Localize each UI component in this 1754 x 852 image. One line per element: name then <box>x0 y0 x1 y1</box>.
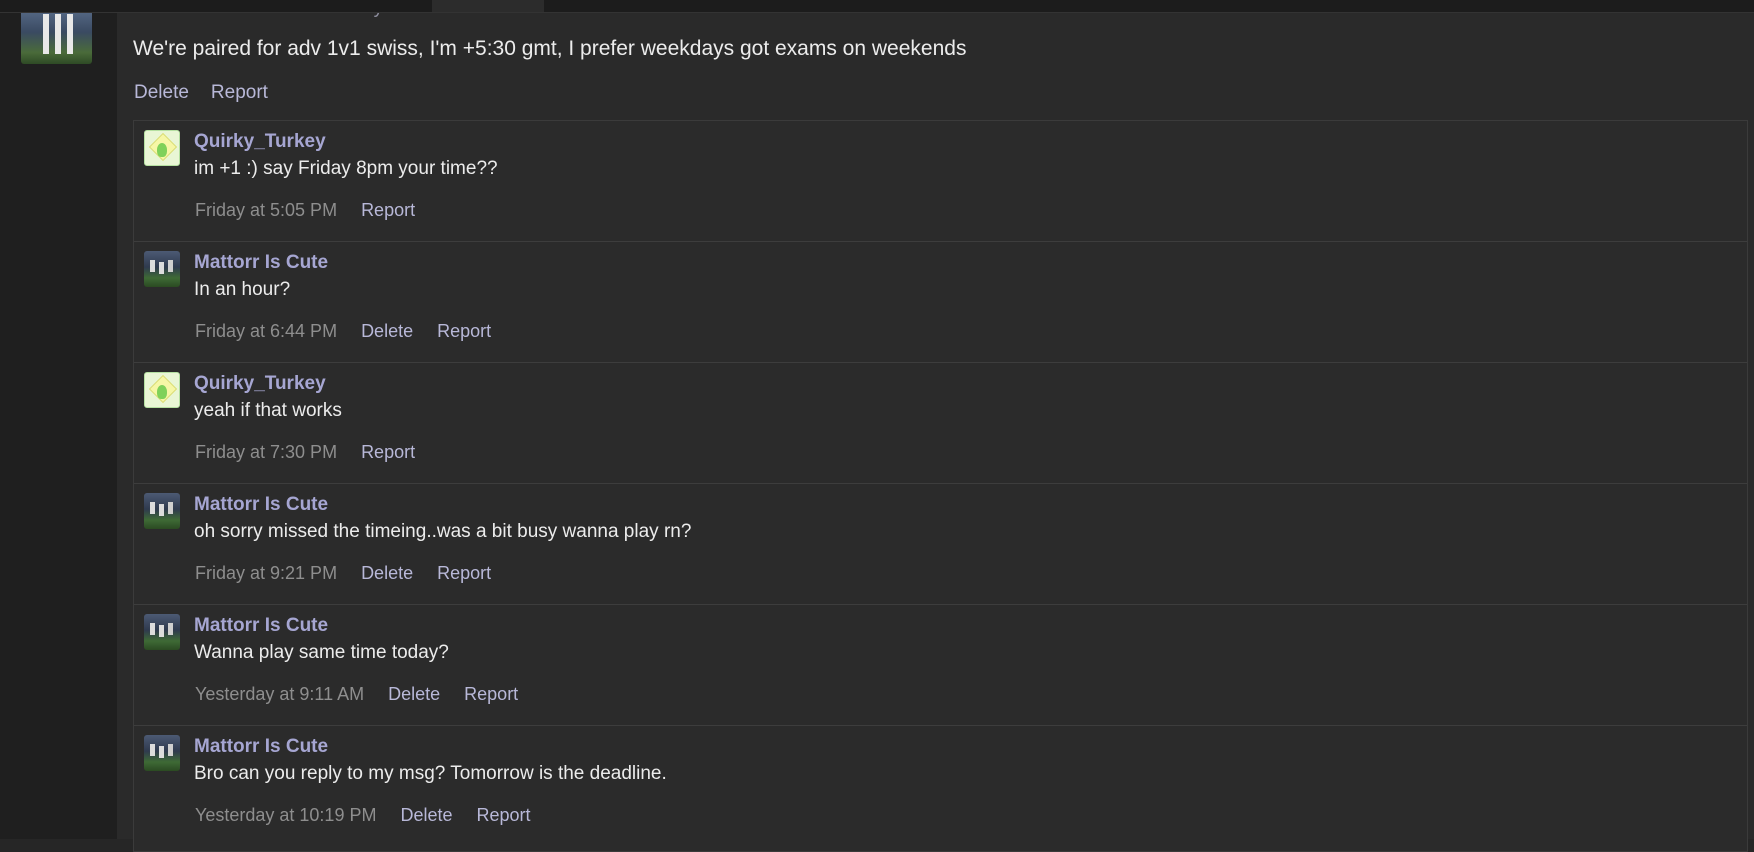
reply-item: Mattorr Is Cute oh sorry missed the time… <box>134 484 1747 605</box>
reply-item: Quirky_Turkey yeah if that works Friday … <box>134 363 1747 484</box>
reply-author[interactable]: Quirky_Turkey <box>194 131 326 153</box>
reply-time[interactable]: Yesterday at 10:19 PM <box>195 805 376 825</box>
reply-report-link[interactable]: Report <box>437 563 491 583</box>
reply-meta: Yesterday at 9:11 AM Delete Report <box>195 684 542 705</box>
reply-delete-link[interactable]: Delete <box>388 684 440 704</box>
reply-time[interactable]: Friday at 9:21 PM <box>195 563 337 583</box>
reply-meta: Friday at 5:05 PM Report <box>195 200 439 221</box>
reply-text: yeah if that works <box>194 400 342 421</box>
op-avatar[interactable] <box>21 6 92 64</box>
reply-time[interactable]: Friday at 6:44 PM <box>195 321 337 341</box>
reply-item: Quirky_Turkey im +1 :) say Friday 8pm yo… <box>134 121 1747 242</box>
reply-author[interactable]: Mattorr Is Cute <box>194 494 328 516</box>
reply-text: Wanna play same time today? <box>194 642 449 663</box>
mattorr-avatar[interactable] <box>144 493 180 529</box>
mattorr-avatar[interactable] <box>144 251 180 287</box>
reply-author[interactable]: Quirky_Turkey <box>194 373 326 395</box>
top-bar <box>0 0 1754 13</box>
mattorr-avatar[interactable] <box>144 735 180 771</box>
turkey-avatar[interactable] <box>144 130 180 166</box>
op-delete-link[interactable]: Delete <box>134 82 189 103</box>
reply-item: Mattorr Is Cute Bro can you reply to my … <box>134 726 1747 847</box>
reply-time[interactable]: Yesterday at 9:11 AM <box>195 684 364 704</box>
reply-delete-link[interactable]: Delete <box>361 563 413 583</box>
top-bar-tab[interactable] <box>432 0 544 12</box>
op-report-link[interactable]: Report <box>211 82 268 103</box>
op-actions: Delete Report <box>134 82 290 104</box>
reply-time[interactable]: Friday at 7:30 PM <box>195 442 337 462</box>
left-sidebar <box>0 0 117 839</box>
reply-delete-link[interactable]: Delete <box>361 321 413 341</box>
reply-report-link[interactable]: Report <box>476 805 530 825</box>
reply-text: Bro can you reply to my msg? Tomorrow is… <box>194 763 667 784</box>
mattorr-avatar[interactable] <box>144 614 180 650</box>
reply-meta: Yesterday at 10:19 PM Delete Report <box>195 805 555 826</box>
turkey-avatar[interactable] <box>144 372 180 408</box>
reply-time[interactable]: Friday at 5:05 PM <box>195 200 337 220</box>
reply-report-link[interactable]: Report <box>464 684 518 704</box>
reply-thread: Quirky_Turkey im +1 :) say Friday 8pm yo… <box>133 120 1748 852</box>
op-message-text: We're paired for adv 1v1 swiss, I'm +5:3… <box>133 37 967 60</box>
reply-report-link[interactable]: Report <box>361 442 415 462</box>
reply-report-link[interactable]: Report <box>437 321 491 341</box>
reply-meta: Friday at 7:30 PM Report <box>195 442 439 463</box>
reply-item: Mattorr Is Cute Wanna play same time tod… <box>134 605 1747 726</box>
reply-text: im +1 :) say Friday 8pm your time?? <box>194 158 498 179</box>
reply-meta: Friday at 6:44 PM Delete Report <box>195 321 515 342</box>
reply-author[interactable]: Mattorr Is Cute <box>194 252 328 274</box>
reply-text: oh sorry missed the timeing..was a bit b… <box>194 521 692 542</box>
reply-author[interactable]: Mattorr Is Cute <box>194 736 328 758</box>
reply-report-link[interactable]: Report <box>361 200 415 220</box>
reply-text: In an hour? <box>194 279 291 300</box>
reply-delete-link[interactable]: Delete <box>400 805 452 825</box>
reply-author[interactable]: Mattorr Is Cute <box>194 615 328 637</box>
reply-meta: Friday at 9:21 PM Delete Report <box>195 563 515 584</box>
reply-item: Mattorr Is Cute In an hour? Friday at 6:… <box>134 242 1747 363</box>
